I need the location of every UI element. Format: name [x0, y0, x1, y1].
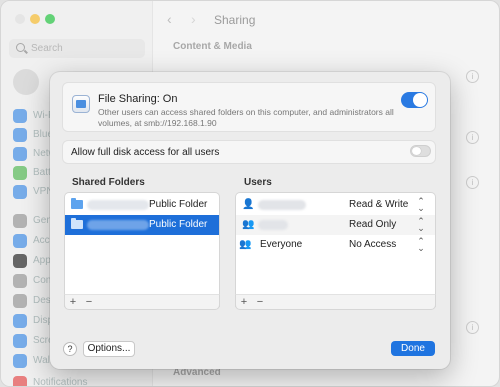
list-item[interactable]: Public Folder: [65, 195, 219, 215]
file-sharing-toggle[interactable]: [401, 92, 428, 108]
permission-value: No Access: [349, 239, 397, 250]
users-header: Users: [244, 177, 272, 188]
permission-value: Read Only: [349, 219, 397, 230]
shared-folders-header: Shared Folders: [72, 177, 145, 188]
folder-name: Public Folder: [149, 199, 208, 210]
table-row[interactable]: 👥 Everyone No Access ⌃ ⌄: [236, 235, 435, 255]
full-disk-access-label: Allow full disk access for all users: [71, 147, 220, 158]
help-button[interactable]: ?: [63, 342, 77, 356]
redacted-path: [87, 200, 149, 210]
file-sharing-description: Other users can access shared folders on…: [98, 107, 394, 128]
remove-folder-button[interactable]: −: [81, 295, 97, 309]
redacted-name: [258, 220, 288, 230]
file-sharing-sheet: File Sharing: On Other users can access …: [50, 72, 450, 369]
folder-icon: [71, 218, 83, 229]
permission-stepper[interactable]: ⌃ ⌄: [416, 217, 426, 233]
table-row[interactable]: 👤 Read & Write ⌃ ⌄: [236, 195, 435, 215]
file-sharing-panel: File Sharing: On Other users can access …: [62, 82, 436, 132]
redacted-name: [258, 200, 306, 210]
everyone-icon: 👥: [239, 239, 252, 250]
full-disk-access-panel: Allow full disk access for all users: [62, 140, 436, 164]
shared-folders-list: Public Folder Public Folder: [64, 192, 220, 307]
done-button[interactable]: Done: [391, 341, 435, 356]
table-row[interactable]: 👥 Read Only ⌃ ⌄: [236, 215, 435, 235]
group-icon: 👥: [242, 219, 255, 230]
list-item[interactable]: Public Folder: [65, 215, 219, 235]
permission-stepper[interactable]: ⌃ ⌄: [416, 237, 426, 253]
user-name: Everyone: [260, 239, 303, 250]
users-toolbar: + −: [235, 294, 436, 310]
users-list: 👤 Read & Write ⌃ ⌄ 👥 Read Only ⌃ ⌄ 👥 Every…: [235, 192, 436, 307]
redacted-path: [87, 220, 149, 230]
file-sharing-icon: [72, 95, 90, 113]
user-icon: 👤: [242, 199, 255, 210]
add-folder-button[interactable]: +: [65, 295, 81, 309]
permission-value: Read & Write: [349, 199, 409, 210]
add-user-button[interactable]: +: [236, 295, 252, 309]
folder-name: Public Folder: [149, 219, 208, 230]
full-disk-access-toggle[interactable]: [410, 145, 431, 157]
shared-folders-toolbar: + −: [64, 294, 220, 310]
file-sharing-title: File Sharing: On: [98, 93, 178, 105]
remove-user-button[interactable]: −: [252, 295, 268, 309]
options-button[interactable]: Options...: [83, 341, 135, 357]
permission-stepper[interactable]: ⌃ ⌄: [416, 197, 426, 213]
folder-icon: [71, 198, 83, 209]
